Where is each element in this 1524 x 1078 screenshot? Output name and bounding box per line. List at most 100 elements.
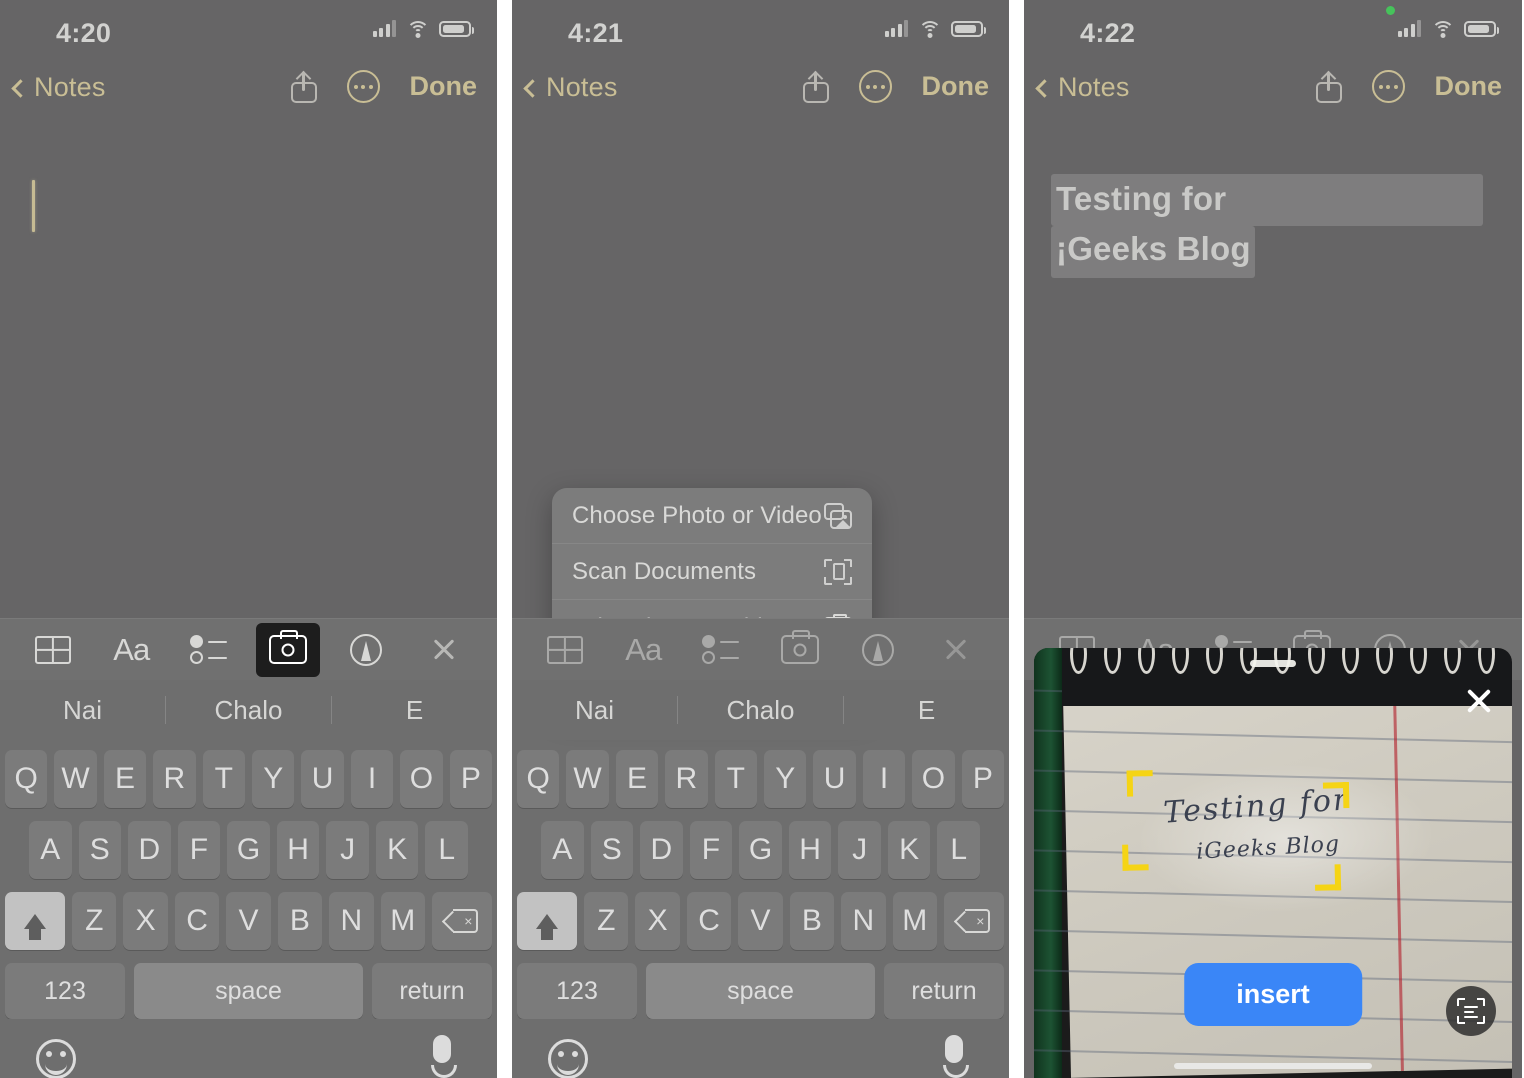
key-t[interactable]: T xyxy=(202,750,245,808)
dictation-key[interactable] xyxy=(943,1035,969,1078)
space-key[interactable]: space xyxy=(646,963,875,1019)
menu-item-choose-photo[interactable]: Choose Photo or Video xyxy=(552,488,872,544)
predictive-suggestion-2[interactable]: Chalo xyxy=(678,695,843,726)
key-a[interactable]: A xyxy=(540,821,584,879)
back-to-notes-button[interactable]: Notes xyxy=(1035,72,1130,103)
back-to-notes-button[interactable]: Notes xyxy=(523,72,618,103)
insert-button[interactable]: insert xyxy=(1184,963,1362,1026)
key-z[interactable]: Z xyxy=(584,892,629,950)
key-y[interactable]: Y xyxy=(252,750,295,808)
key-h[interactable]: H xyxy=(276,821,320,879)
key-r[interactable]: R xyxy=(665,750,708,808)
close-icon[interactable] xyxy=(924,623,988,677)
key-o[interactable]: O xyxy=(912,750,955,808)
key-j[interactable]: J xyxy=(326,821,369,879)
key-g[interactable]: G xyxy=(739,821,782,879)
key-s[interactable]: S xyxy=(78,821,122,879)
predictive-suggestion-3[interactable]: E xyxy=(332,695,497,726)
key-q[interactable]: Q xyxy=(516,750,560,808)
key-i[interactable]: I xyxy=(862,750,906,808)
key-v[interactable]: V xyxy=(738,892,783,950)
key-p[interactable]: P xyxy=(449,750,493,808)
space-key[interactable]: space xyxy=(134,963,363,1019)
key-w[interactable]: W xyxy=(566,750,609,808)
key-l[interactable]: L xyxy=(425,821,469,879)
key-o[interactable]: O xyxy=(400,750,443,808)
key-g[interactable]: G xyxy=(227,821,270,879)
backspace-key[interactable]: × xyxy=(431,892,492,950)
dictation-key[interactable] xyxy=(431,1035,457,1078)
note-editor[interactable]: Choose Photo or Video Scan Documents Tak… xyxy=(512,120,1009,712)
key-n[interactable]: N xyxy=(329,892,374,950)
table-icon[interactable] xyxy=(21,623,85,677)
checklist-icon[interactable] xyxy=(177,623,241,677)
key-k[interactable]: K xyxy=(375,821,419,879)
predictive-suggestion-3[interactable]: E xyxy=(844,695,1009,726)
key-u[interactable]: U xyxy=(301,750,344,808)
more-options-icon[interactable] xyxy=(346,70,380,103)
key-i[interactable]: I xyxy=(350,750,394,808)
key-j[interactable]: J xyxy=(838,821,881,879)
key-v[interactable]: V xyxy=(226,892,271,950)
key-l[interactable]: L xyxy=(937,821,981,879)
back-to-notes-button[interactable]: Notes xyxy=(11,72,106,103)
key-d[interactable]: D xyxy=(640,821,683,879)
markup-pen-icon[interactable] xyxy=(334,623,398,677)
key-u[interactable]: U xyxy=(813,750,856,808)
more-options-icon[interactable] xyxy=(1371,70,1405,103)
note-editor[interactable] xyxy=(0,120,497,618)
done-button[interactable]: Done xyxy=(1435,71,1503,102)
predictive-suggestion-1[interactable]: Nai xyxy=(512,695,677,726)
key-w[interactable]: W xyxy=(54,750,97,808)
key-m[interactable]: M xyxy=(380,892,425,950)
predictive-suggestion-1[interactable]: Nai xyxy=(0,695,165,726)
numbers-key[interactable]: 123 xyxy=(5,963,125,1019)
share-icon[interactable] xyxy=(290,70,317,103)
key-b[interactable]: B xyxy=(277,892,323,950)
key-e[interactable]: E xyxy=(103,750,147,808)
close-icon[interactable] xyxy=(1464,686,1494,716)
key-z[interactable]: Z xyxy=(72,892,117,950)
key-h[interactable]: H xyxy=(788,821,832,879)
shift-key[interactable] xyxy=(517,892,578,950)
backspace-key[interactable]: × xyxy=(943,892,1004,950)
close-icon[interactable] xyxy=(412,623,476,677)
key-k[interactable]: K xyxy=(887,821,931,879)
checklist-icon[interactable] xyxy=(689,623,753,677)
predictive-suggestion-2[interactable]: Chalo xyxy=(166,695,331,726)
menu-item-scan-documents[interactable]: Scan Documents xyxy=(552,544,872,600)
key-n[interactable]: N xyxy=(841,892,886,950)
note-editor[interactable]: Testing for ¡Geeks Blog xyxy=(1024,120,1522,618)
key-y[interactable]: Y xyxy=(764,750,807,808)
emoji-key[interactable] xyxy=(36,1039,76,1078)
done-button[interactable]: Done xyxy=(922,71,990,102)
emoji-key[interactable] xyxy=(548,1039,588,1078)
numbers-key[interactable]: 123 xyxy=(517,963,637,1019)
key-b[interactable]: B xyxy=(789,892,835,950)
scan-text-icon[interactable] xyxy=(1446,986,1496,1036)
return-key[interactable]: return xyxy=(884,963,1004,1019)
share-icon[interactable] xyxy=(1315,70,1342,103)
shift-key[interactable] xyxy=(5,892,66,950)
return-key[interactable]: return xyxy=(372,963,492,1019)
key-q[interactable]: Q xyxy=(4,750,48,808)
key-m[interactable]: M xyxy=(892,892,937,950)
markup-pen-icon[interactable] xyxy=(846,623,910,677)
share-icon[interactable] xyxy=(802,70,829,103)
camera-icon[interactable] xyxy=(255,622,320,677)
table-icon[interactable] xyxy=(533,623,597,677)
key-e[interactable]: E xyxy=(615,750,659,808)
key-x[interactable]: X xyxy=(635,892,680,950)
key-p[interactable]: P xyxy=(961,750,1005,808)
more-options-icon[interactable] xyxy=(858,70,892,103)
key-c[interactable]: C xyxy=(174,892,220,950)
camera-icon[interactable] xyxy=(768,623,832,677)
key-s[interactable]: S xyxy=(590,821,634,879)
format-aa-icon[interactable]: Aa xyxy=(99,623,163,677)
key-d[interactable]: D xyxy=(128,821,171,879)
sheet-drag-handle[interactable] xyxy=(1250,660,1296,667)
key-c[interactable]: C xyxy=(686,892,732,950)
key-a[interactable]: A xyxy=(28,821,72,879)
done-button[interactable]: Done xyxy=(410,71,478,102)
key-t[interactable]: T xyxy=(714,750,757,808)
